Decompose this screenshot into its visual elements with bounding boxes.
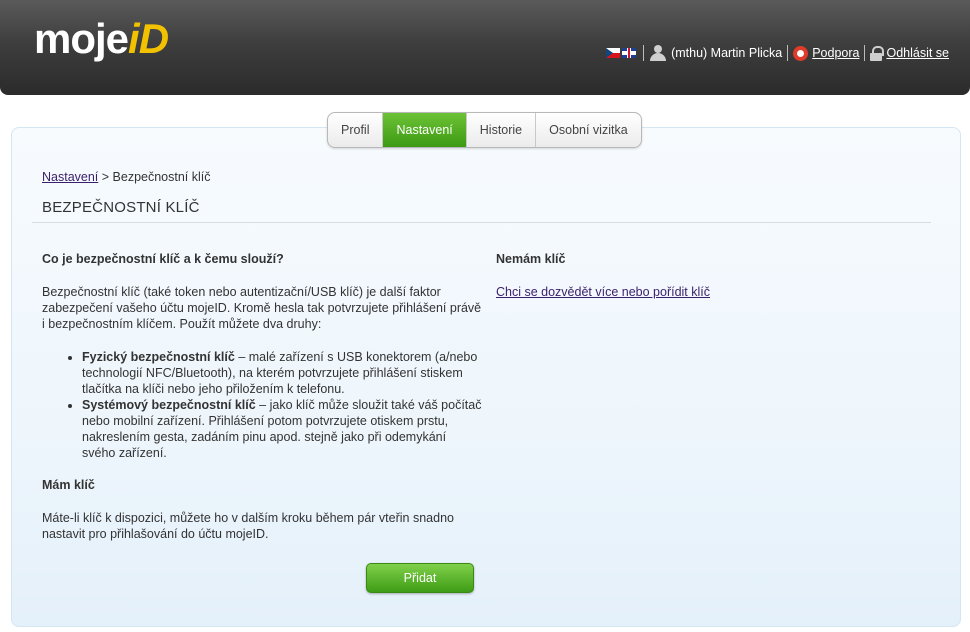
- main-tabs: Profil Nastavení Historie Osobní vizitka: [327, 112, 642, 148]
- key-types-list: Fyzický bezpečnostní klíč – malé zařízen…: [82, 349, 482, 461]
- logout-link[interactable]: Odhlásit se: [886, 46, 949, 60]
- divider: [864, 45, 866, 61]
- top-bar: (mthu) Martin Plicka Podpora Odhlásit se: [606, 44, 949, 62]
- user-icon: [649, 45, 667, 61]
- no-key-column: Nemám klíč Chci se dozvědět více nebo po…: [496, 251, 926, 300]
- lifebuoy-icon: [793, 45, 809, 61]
- breadcrumb-current: Bezpečnostní klíč: [112, 170, 211, 184]
- breadcrumb-separator: >: [98, 170, 113, 184]
- divider: [787, 45, 789, 61]
- header: mojeiD (mthu) Martin Plicka Podpora Odhl…: [0, 0, 970, 95]
- logo-text-id: iD: [128, 15, 169, 62]
- list-item: Systémový bezpečnostní klíč – jako klíč …: [82, 397, 482, 461]
- breadcrumb: Nastavení > Bezpečnostní klíč: [42, 170, 211, 184]
- list-item-title: Systémový bezpečnostní klíč: [82, 398, 256, 412]
- heading-no-key: Nemám klíč: [496, 252, 566, 266]
- lock-icon: [870, 45, 885, 61]
- heading-have-key: Mám klíč: [42, 478, 95, 492]
- intro-text: Bezpečnostní klíč (také token nebo auten…: [42, 285, 482, 331]
- title-divider: [32, 222, 931, 223]
- have-key-text: Máte-li klíč k dispozici, můžete ho v da…: [42, 511, 454, 541]
- user-name: (mthu) Martin Plicka: [671, 46, 783, 60]
- add-button[interactable]: Přidat: [366, 563, 474, 593]
- info-column: Co je bezpečnostní klíč a k čemu slouží?…: [42, 251, 482, 559]
- tab-osobni-vizitka[interactable]: Osobní vizitka: [536, 113, 641, 147]
- logo-text-main: moje: [34, 15, 129, 62]
- uk-flag-icon[interactable]: [622, 48, 637, 58]
- page-title: BEZPEČNOSTNÍ KLÍČ: [42, 199, 200, 216]
- czech-flag-icon[interactable]: [606, 48, 621, 58]
- learn-more-link[interactable]: Chci se dozvědět více nebo pořídit klíč: [496, 285, 710, 299]
- list-item: Fyzický bezpečnostní klíč – malé zařízen…: [82, 349, 482, 397]
- support-link[interactable]: Podpora: [812, 46, 859, 60]
- heading-what-is-key: Co je bezpečnostní klíč a k čemu slouží?: [42, 252, 284, 266]
- tab-nastaveni[interactable]: Nastavení: [383, 113, 467, 147]
- tab-profil[interactable]: Profil: [328, 113, 384, 147]
- list-item-title: Fyzický bezpečnostní klíč: [82, 350, 235, 364]
- divider: [643, 45, 645, 61]
- mojeid-logo[interactable]: mojeiD: [34, 14, 169, 64]
- tab-historie[interactable]: Historie: [467, 113, 537, 147]
- breadcrumb-link-settings[interactable]: Nastavení: [42, 170, 98, 184]
